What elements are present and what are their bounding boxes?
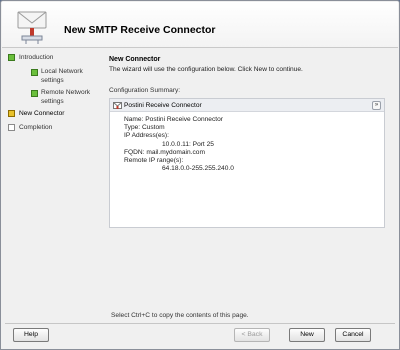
help-button[interactable]: Help — [13, 328, 49, 342]
panel-header: Postini Receive Connector » — [110, 99, 384, 112]
summary-line: 10.0.0.11: Port 25 — [162, 140, 214, 148]
step-label: Remote Network settings — [41, 89, 91, 105]
step-label: Completion — [19, 124, 53, 131]
configuration-summary-panel[interactable]: Postini Receive Connector » Name: Postin… — [109, 98, 385, 228]
step-pending-icon — [8, 124, 15, 131]
summary-line: IP Address(es): — [124, 132, 169, 140]
wizard-header: New SMTP Receive Connector — [2, 2, 398, 48]
wizard-window: New SMTP Receive Connector Introduction … — [0, 0, 400, 350]
page-title: New SMTP Receive Connector — [64, 24, 216, 36]
step-completion: Completion — [5, 123, 105, 135]
section-title: New Connector — [109, 56, 161, 63]
summary-line: Name: Postini Receive Connector — [124, 116, 223, 123]
step-new-connector: New Connector — [5, 109, 105, 121]
step-local-network-settings: Local Network settings — [5, 67, 105, 86]
connector-icon — [113, 102, 122, 109]
collapse-icon[interactable]: » — [372, 101, 381, 110]
step-remote-network-settings: Remote Network settings — [5, 88, 105, 107]
step-label: New Connector — [19, 110, 65, 117]
step-current-icon — [8, 110, 15, 117]
summary-line: FQDN: mail.mydomain.com — [124, 148, 205, 156]
step-label: Introduction — [19, 54, 54, 61]
configuration-summary-label: Configuration Summary: — [109, 87, 181, 94]
summary-line: Type: Custom — [124, 124, 165, 132]
back-button[interactable]: < Back — [234, 328, 270, 342]
step-done-icon — [31, 69, 38, 76]
footer-divider — [5, 323, 395, 324]
step-introduction: Introduction — [5, 53, 105, 65]
main-content: New Connector The wizard will use the co… — [109, 53, 389, 228]
step-done-icon — [8, 54, 15, 61]
panel-body: Name: Postini Receive Connector Type: Cu… — [110, 112, 384, 173]
step-label: Local Network settings — [41, 68, 83, 84]
copy-hint: Select Ctrl+C to copy the contents of th… — [111, 312, 249, 319]
summary-line: 64.18.0.0-255.255.240.0 — [162, 165, 234, 173]
panel-title: Postini Receive Connector — [124, 102, 202, 109]
wizard-steps: Introduction Local Network settings Remo… — [5, 53, 105, 137]
new-button[interactable]: New — [289, 328, 325, 342]
cancel-button[interactable]: Cancel — [335, 328, 371, 342]
summary-line: Remote IP range(s): — [124, 157, 184, 165]
section-description: The wizard will use the configuration be… — [109, 66, 303, 73]
connector-wizard-icon — [17, 11, 47, 44]
step-done-icon — [31, 90, 38, 97]
